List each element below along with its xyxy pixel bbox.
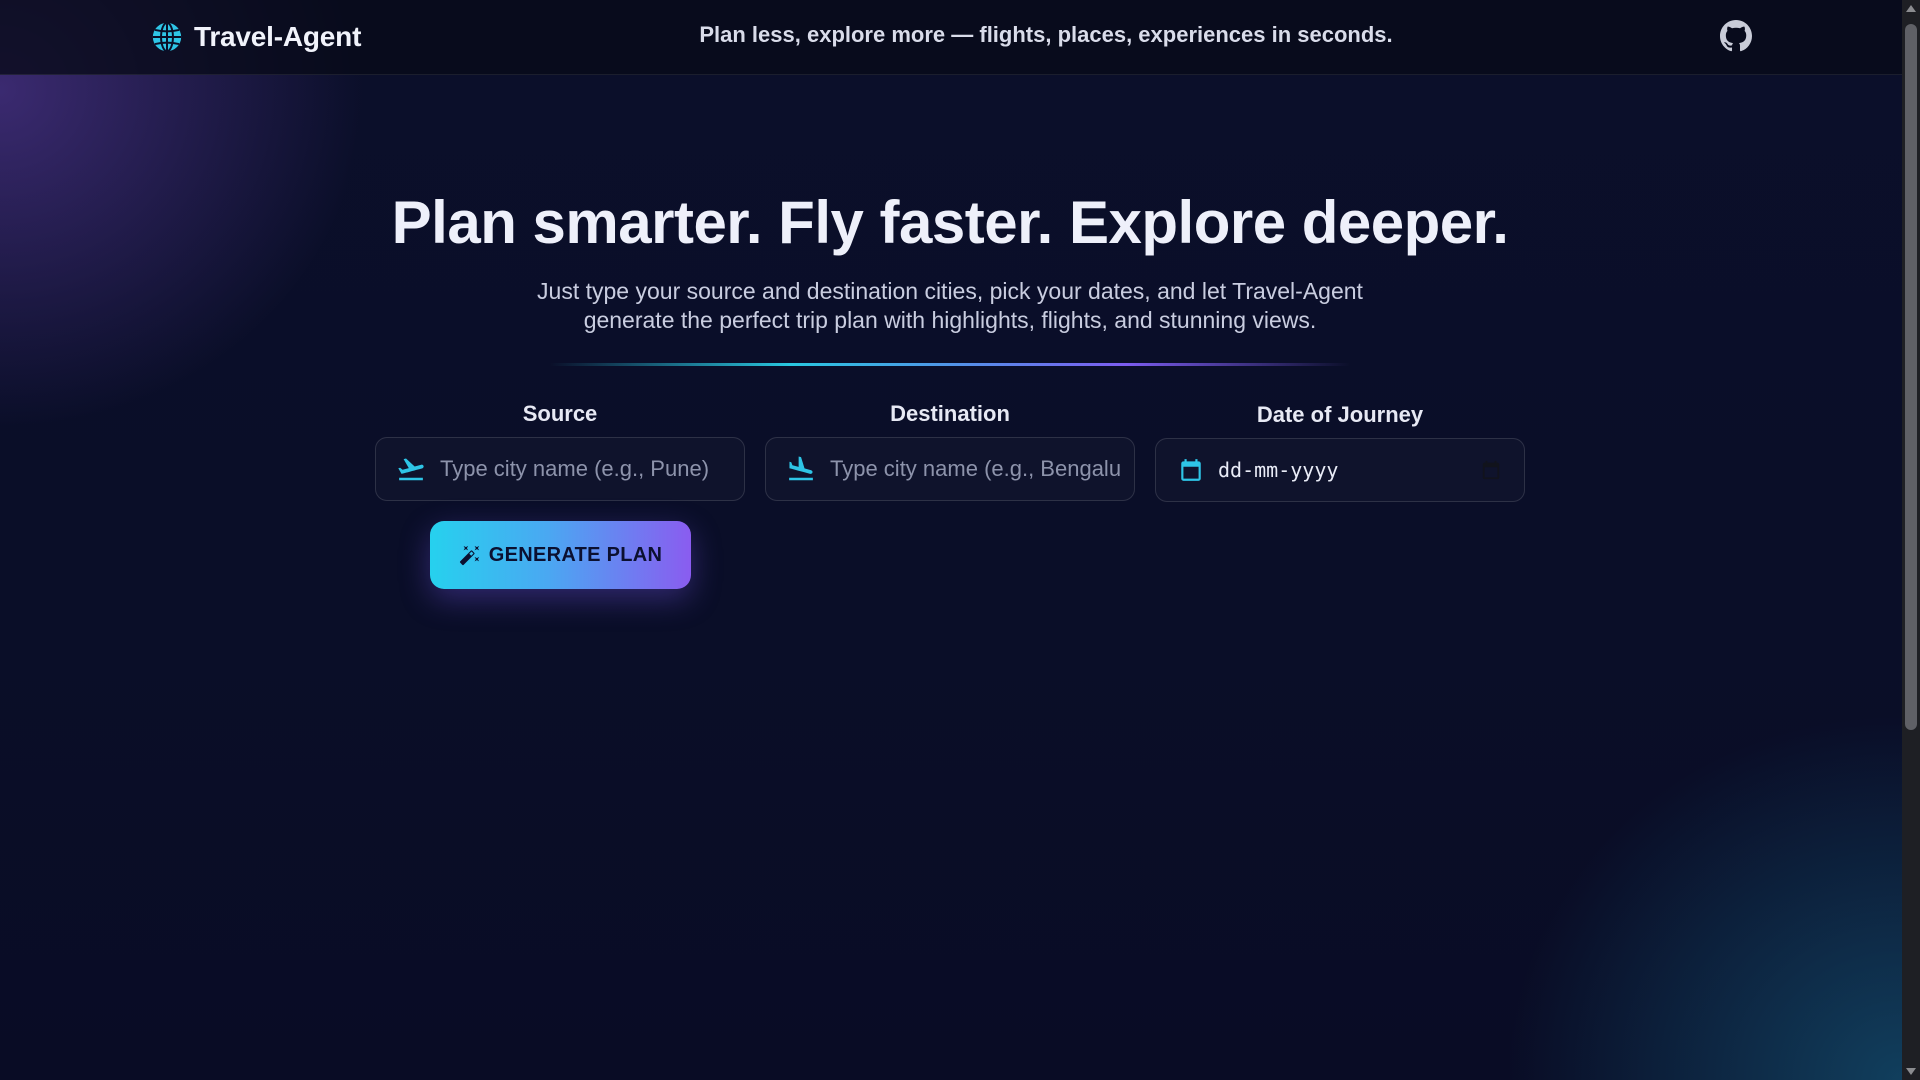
plane-arrival-icon: [789, 456, 813, 481]
destination-input[interactable]: [830, 449, 1120, 489]
brand-logo-link[interactable]: Travel-Agent: [150, 18, 361, 56]
generate-plan-button[interactable]: GENERATE PLAN: [430, 521, 691, 589]
top-navbar: Travel-Agent Plan less, explore more — f…: [0, 0, 1902, 75]
source-label: Source: [522, 401, 598, 426]
scrollbar-thumb[interactable]: [1905, 24, 1917, 730]
date-label: Date of Journey: [1256, 402, 1424, 427]
github-link[interactable]: [1720, 20, 1752, 52]
source-input[interactable]: [440, 449, 730, 489]
date-field[interactable]: dd-mm-yyyy: [1155, 438, 1525, 502]
date-input-value[interactable]: dd-mm-yyyy: [1218, 458, 1480, 482]
calendar-icon: [1181, 459, 1201, 481]
magic-wand-icon: [459, 545, 479, 566]
calendar-picker-icon[interactable]: [1480, 459, 1502, 481]
page: Travel-Agent Plan less, explore more — f…: [0, 0, 1902, 1080]
destination-field: [765, 437, 1135, 501]
gradient-divider: [550, 363, 1350, 366]
generate-plan-label: GENERATE PLAN: [488, 543, 663, 566]
vertical-scrollbar[interactable]: [1902, 0, 1920, 1080]
scroll-up-arrow-icon[interactable]: [1906, 5, 1916, 12]
source-field: [375, 437, 745, 501]
destination-label: Destination: [890, 401, 1010, 426]
scroll-down-arrow-icon[interactable]: [1906, 1068, 1916, 1075]
brand-name: Travel-Agent: [194, 21, 362, 52]
globe-icon: [152, 21, 182, 53]
github-icon: [1720, 20, 1752, 52]
hero-title: Plan smarter. Fly faster. Explore deeper…: [391, 189, 1509, 256]
plane-departure-icon: [398, 458, 424, 481]
hero-subtitle: Just type your source and destination ci…: [537, 278, 1363, 333]
